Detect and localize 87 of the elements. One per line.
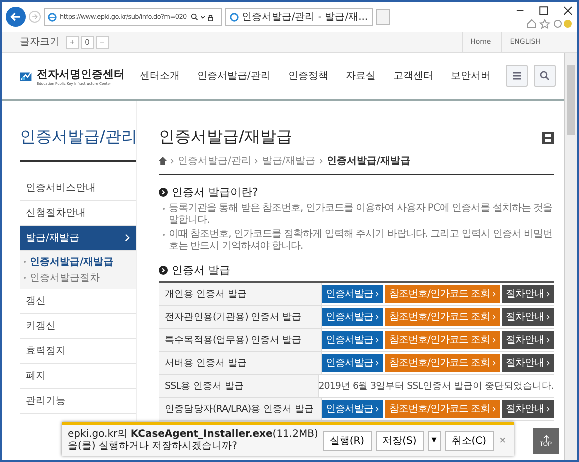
action-button[interactable]: 인증서발급 <box>322 308 384 326</box>
nav-item[interactable]: 센터소개 <box>140 69 180 83</box>
sidebar-item[interactable]: 발급/재발급 <box>20 226 136 251</box>
action-button[interactable]: 절차안내 <box>502 308 554 326</box>
action-button[interactable]: 절차안내 <box>502 400 554 418</box>
chevron-right-icon <box>320 158 323 164</box>
chevron-circle-icon <box>159 266 168 275</box>
sidebar-item[interactable]: 폐지 <box>20 364 136 389</box>
nav-item[interactable]: 인증서발급/관리 <box>197 69 271 83</box>
font-size-button[interactable]: 0 <box>81 36 94 48</box>
chevron-right-icon <box>376 406 380 412</box>
action-button[interactable]: 절차안내 <box>502 285 554 303</box>
sidebar-item[interactable]: 인증서비스안내 <box>20 176 136 201</box>
up-arrow-icon <box>542 434 550 442</box>
chevron-right-icon <box>547 406 550 412</box>
font-size-label: 글자크기 <box>20 36 60 49</box>
download-button[interactable]: 취소(C) <box>444 430 494 450</box>
chevron-right-icon <box>493 338 496 342</box>
download-message: epki.go.kr의 KCaseAgent_Installer.exe(11.2MB)을(를) 실행하거나 저장하시겠습니까? <box>68 428 319 452</box>
notice-text: 2019년 6월 3일부터 SSL인증서 발급이 중단되었습니다. <box>318 380 554 392</box>
chevron-right-icon <box>376 360 380 366</box>
menu-icon <box>512 71 522 81</box>
row-label: 개인용 인증서 발급 <box>159 283 322 305</box>
sidebar-subitem[interactable]: 인증서발급/재발급 <box>24 255 132 269</box>
font-size-button[interactable]: − <box>96 36 109 48</box>
bullet-text: 등록기관을 통해 받은 참조번호, 인가코드를 이용하여 사용자 PC에 인증서를 설치하는 것을 말합니다. <box>169 203 554 227</box>
sidebar-item[interactable]: 갱신 <box>20 289 136 314</box>
chevron-right-icon <box>125 234 130 242</box>
search-icon <box>540 71 550 81</box>
font-size-button[interactable]: + <box>66 36 79 48</box>
chevron-right-icon <box>547 360 550 366</box>
forward-arrow-icon <box>31 13 39 21</box>
chevron-circle-icon <box>159 188 168 197</box>
chevron-right-icon <box>171 158 174 164</box>
chevron-right-icon <box>547 292 550 296</box>
breadcrumb-link[interactable]: 인증서발급/관리 <box>178 154 252 168</box>
logo-title[interactable]: 전자서명인증센터 <box>37 66 125 82</box>
chevron-right-icon <box>376 314 380 320</box>
download-button[interactable]: 저장(S) <box>376 430 424 450</box>
bullet-text: 이때 참조번호, 인가코드를 정확하게 입력해 주시기 바랍니다. 그리고 입력시 인증서 비밀번호는 반드시 기억하셔야 합니다. <box>169 229 554 253</box>
chevron-right-icon <box>547 338 550 342</box>
sidebar-item[interactable]: 관리기능 <box>20 389 136 414</box>
row-label: 특수목적용(업무용) 인증서 발급 <box>159 329 322 351</box>
sidebar-subitem[interactable]: 인증서발급절차 <box>24 271 132 285</box>
action-button[interactable]: 절차안내 <box>502 331 554 349</box>
browser-tab[interactable]: 인증서발급/관리 - 발급/재... <box>224 8 374 26</box>
scrollbar[interactable] <box>564 53 577 460</box>
home-icon[interactable] <box>159 157 167 165</box>
row-label: 인증담당자(RA/LRA)용 인증서 발급 <box>159 398 322 420</box>
window-controls-icon[interactable] <box>515 6 573 16</box>
nav-item[interactable]: 보안서버 <box>451 69 492 83</box>
chevron-right-icon <box>493 360 496 366</box>
action-button[interactable]: 인증서발급 <box>322 400 384 418</box>
sidebar-item[interactable]: 효력정지 <box>20 339 136 364</box>
breadcrumb-link[interactable]: 인증서발급/재발급 <box>326 154 410 168</box>
action-button[interactable]: 인증서발급 <box>322 331 384 349</box>
nav-item[interactable]: 고객센터 <box>394 69 434 83</box>
action-button[interactable]: 절차안내 <box>502 354 554 372</box>
menu-button[interactable] <box>506 65 528 87</box>
back-arrow-icon <box>9 10 23 24</box>
nav-item[interactable]: 자료실 <box>346 69 376 83</box>
row-label: SSL용 인증서 발급 <box>159 375 319 397</box>
breadcrumb-link[interactable]: 발급/재발급 <box>262 154 316 168</box>
section-heading: 인증서 발급이란? <box>172 185 258 200</box>
row-label: 전자관인용(기관용) 인증서 발급 <box>159 306 322 328</box>
sidebar-item[interactable]: 키갱신 <box>20 314 136 339</box>
row-label: 서버용 인증서 발급 <box>159 352 322 374</box>
chevron-right-icon <box>493 406 496 412</box>
chevron-right-icon <box>547 314 550 320</box>
download-button[interactable]: 실행(R) <box>322 430 372 450</box>
chevron-right-icon <box>255 158 258 164</box>
chevron-right-icon <box>376 338 380 342</box>
action-button[interactable]: 인증서발급 <box>322 354 384 372</box>
globe-icon <box>48 12 57 22</box>
globe-icon <box>230 12 239 22</box>
back-button[interactable] <box>6 7 26 27</box>
chevron-right-icon <box>376 292 380 296</box>
search-button[interactable] <box>534 65 556 87</box>
download-button[interactable]: ▾ <box>428 430 441 450</box>
print-icon[interactable] <box>542 132 554 144</box>
sidebar-title: 인증서발급/관리 <box>20 127 136 162</box>
section-heading: 인증서 발급 <box>172 263 230 278</box>
nav-item[interactable]: 인증정책 <box>288 69 328 83</box>
page-title: 인증서발급/재발급 <box>159 127 292 148</box>
chevron-right-icon <box>493 314 496 320</box>
chevron-right-icon <box>493 292 496 296</box>
action-button[interactable]: 인증서발급 <box>322 285 384 303</box>
